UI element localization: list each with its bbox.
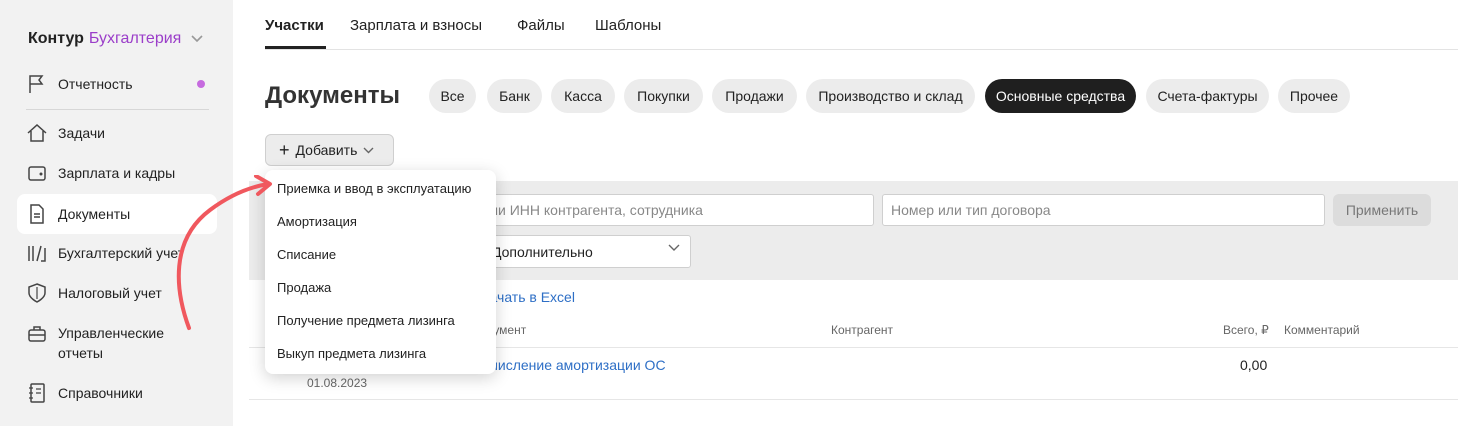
sidebar-item-accounting[interactable]: Бухгалтерский учет (17, 233, 217, 273)
wallet-icon (26, 162, 48, 184)
books-icon (26, 242, 48, 264)
tab-sections[interactable]: Участки (265, 17, 324, 34)
sidebar-item-label: Справочники (58, 385, 143, 401)
chip-production[interactable]: Производство и склад (806, 79, 975, 113)
column-header-counterparty: Контрагент (831, 323, 894, 337)
menu-item-commissioning[interactable]: Приемка и ввод в эксплуатацию (277, 181, 471, 196)
brand-switcher[interactable]: Контур Бухгалтерия (28, 30, 203, 48)
sidebar-item-label: Бухгалтерский учет (58, 245, 185, 261)
more-filters-select[interactable]: Дополнительно (481, 235, 691, 268)
chip-all[interactable]: Все (429, 79, 476, 113)
chip-cash[interactable]: Касса (551, 79, 615, 113)
tab-templates[interactable]: Шаблоны (595, 17, 661, 34)
shield-icon (26, 282, 48, 304)
document-link[interactable]: Начисление амортизации ОС (473, 357, 666, 373)
sidebar-item-tasks[interactable]: Задачи (17, 113, 217, 153)
chip-bank[interactable]: Банк (487, 79, 542, 113)
briefcase-icon (26, 323, 48, 345)
chevron-down-icon (191, 35, 203, 43)
sidebar-item-label: Документы (58, 206, 131, 222)
sidebar-item-salary[interactable]: Зарплата и кадры (17, 153, 217, 193)
tab-salary[interactable]: Зарплата и взносы (350, 17, 482, 34)
add-dropdown-menu: Приемка и ввод в эксплуатацию Амортизаци… (265, 170, 496, 374)
brand-product: Бухгалтерия (88, 30, 182, 47)
notification-dot (197, 80, 205, 88)
document-total: 0,00 (1240, 357, 1268, 373)
document-date: 01.08.2023 (307, 376, 368, 390)
menu-item-leasing-buyout[interactable]: Выкуп предмета лизинга (277, 346, 426, 361)
plus-icon: + (279, 140, 290, 160)
chip-other[interactable]: Прочее (1278, 79, 1350, 113)
sidebar-item-label: Зарплата и кадры (58, 165, 176, 181)
sidebar-item-label: Управленческие отчеты (58, 325, 165, 361)
add-button[interactable]: + Добавить (265, 134, 394, 166)
menu-item-sale[interactable]: Продажа (277, 280, 331, 295)
chip-purchases[interactable]: Покупки (624, 79, 703, 113)
sidebar-item-label: Отчетность (58, 76, 133, 92)
more-filters-label: Дополнительно (492, 243, 593, 260)
chip-invoices[interactable]: Счета-фактуры (1146, 79, 1269, 113)
tab-files[interactable]: Файлы (517, 17, 565, 34)
contract-input[interactable]: Номер или тип договора (882, 194, 1325, 226)
menu-item-leasing-receipt[interactable]: Получение предмета лизинга (277, 313, 455, 328)
sidebar: Контур Бухгалтерия Отчетность Задачи Зар… (0, 0, 233, 426)
search-input[interactable]: или ИНН контрагента, сотрудника (473, 194, 874, 226)
chip-sales[interactable]: Продажи (712, 79, 797, 113)
home-icon (26, 122, 48, 144)
sidebar-item-management[interactable]: Управленческие отчеты (17, 319, 217, 365)
sidebar-item-reports[interactable]: Отчетность (17, 64, 217, 104)
sidebar-item-label: Задачи (58, 125, 106, 141)
divider (249, 399, 1458, 400)
menu-item-writeoff[interactable]: Списание (277, 247, 336, 262)
column-header-total: Всего, ₽ (1223, 323, 1269, 337)
page-title: Документы (265, 82, 400, 109)
active-tab-indicator (265, 46, 326, 49)
document-icon (26, 203, 48, 225)
chip-fixed-assets[interactable]: Основные средства (985, 79, 1136, 113)
brand-name: Контур (28, 30, 84, 47)
sidebar-item-tax[interactable]: Налоговый учет (17, 273, 217, 313)
add-button-label: Добавить (295, 142, 358, 158)
sidebar-item-label: Налоговый учет (58, 285, 162, 301)
divider (26, 109, 209, 110)
chevron-down-icon (668, 244, 680, 251)
sidebar-item-directories[interactable]: Справочники (17, 373, 217, 413)
menu-item-depreciation[interactable]: Амортизация (277, 214, 357, 229)
column-header-comment: Комментарий (1284, 323, 1360, 337)
chevron-down-icon (363, 147, 374, 153)
flag-icon (26, 73, 48, 95)
notebook-icon (26, 382, 48, 404)
apply-button[interactable]: Применить (1333, 194, 1431, 226)
sidebar-item-documents[interactable]: Документы (17, 194, 217, 234)
